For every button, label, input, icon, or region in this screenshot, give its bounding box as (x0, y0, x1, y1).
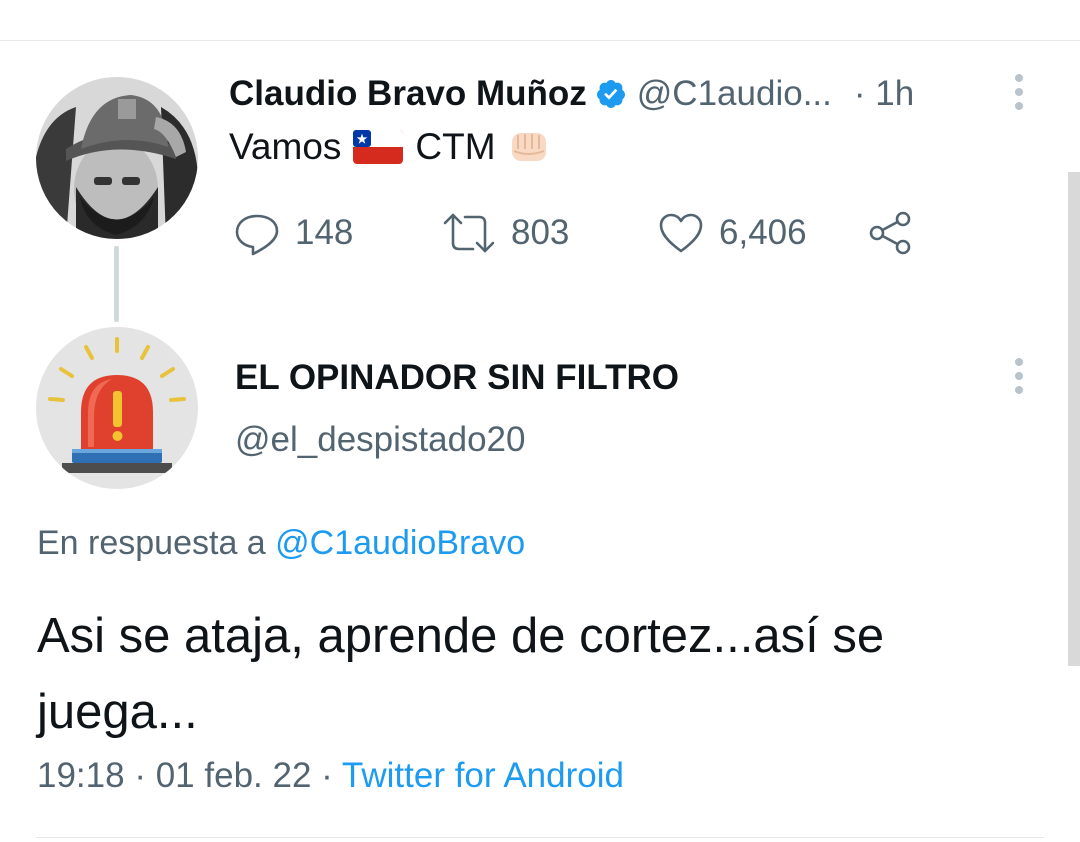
reply-action[interactable]: 148 (233, 206, 353, 260)
fist-icon (511, 133, 546, 161)
reply-count: 148 (295, 213, 354, 252)
like-action[interactable]: 6,406 (657, 206, 807, 260)
like-count: 6,406 (719, 213, 807, 252)
share-icon (869, 211, 911, 255)
retweet-icon (443, 213, 495, 253)
heart-icon (659, 213, 703, 253)
verified-badge-icon (596, 80, 625, 108)
avatar-claudio[interactable] (36, 77, 198, 239)
reply-icon (235, 214, 279, 256)
reply-time[interactable]: 19:18 (37, 756, 125, 795)
replying-prefix: En respuesta a (37, 524, 266, 562)
source-link[interactable]: Twitter for Android (342, 756, 624, 795)
meta-separator: · (134, 756, 146, 795)
reply-date[interactable]: 01 feb. 22 (156, 756, 312, 795)
scrollbar[interactable] (1068, 172, 1080, 666)
reply-display-name[interactable]: EL OPINADOR SIN FILTRO (235, 358, 679, 398)
meta-separator-source: · (321, 756, 333, 795)
tweet-metadata: 19:18 · 01 feb. 22 · Twitter for Android (37, 756, 624, 796)
tweet-text: Vamos CTM (229, 126, 550, 168)
retweet-action[interactable]: 803 (441, 206, 569, 260)
timestamp[interactable]: · 1h (854, 74, 914, 114)
tweet-text-before: Vamos (229, 126, 342, 167)
bottom-divider (36, 837, 1044, 838)
retweet-count: 803 (511, 213, 570, 252)
handle[interactable]: @C1audio... (637, 74, 832, 114)
reply-handle[interactable]: @el_despistado20 (235, 420, 525, 460)
replying-to: En respuesta a @C1audioBravo (37, 524, 525, 563)
top-divider (0, 40, 1080, 41)
thread-line (114, 246, 119, 322)
reply-text: Asi se ataja, aprende de cortez...así se… (37, 609, 885, 739)
avatar-opinador[interactable] (36, 327, 198, 489)
replying-mention-link[interactable]: @C1audioBravo (275, 524, 525, 562)
tweet-header: Claudio Bravo Muñoz @C1audio... · 1h (229, 72, 914, 116)
share-action[interactable] (867, 206, 915, 260)
more-options-icon[interactable] (1015, 74, 1025, 110)
tweet-text-after: CTM (415, 126, 496, 167)
chile-flag-icon (353, 130, 404, 164)
reply-more-options-icon[interactable] (1015, 358, 1025, 394)
display-name[interactable]: Claudio Bravo Muñoz (229, 74, 587, 114)
